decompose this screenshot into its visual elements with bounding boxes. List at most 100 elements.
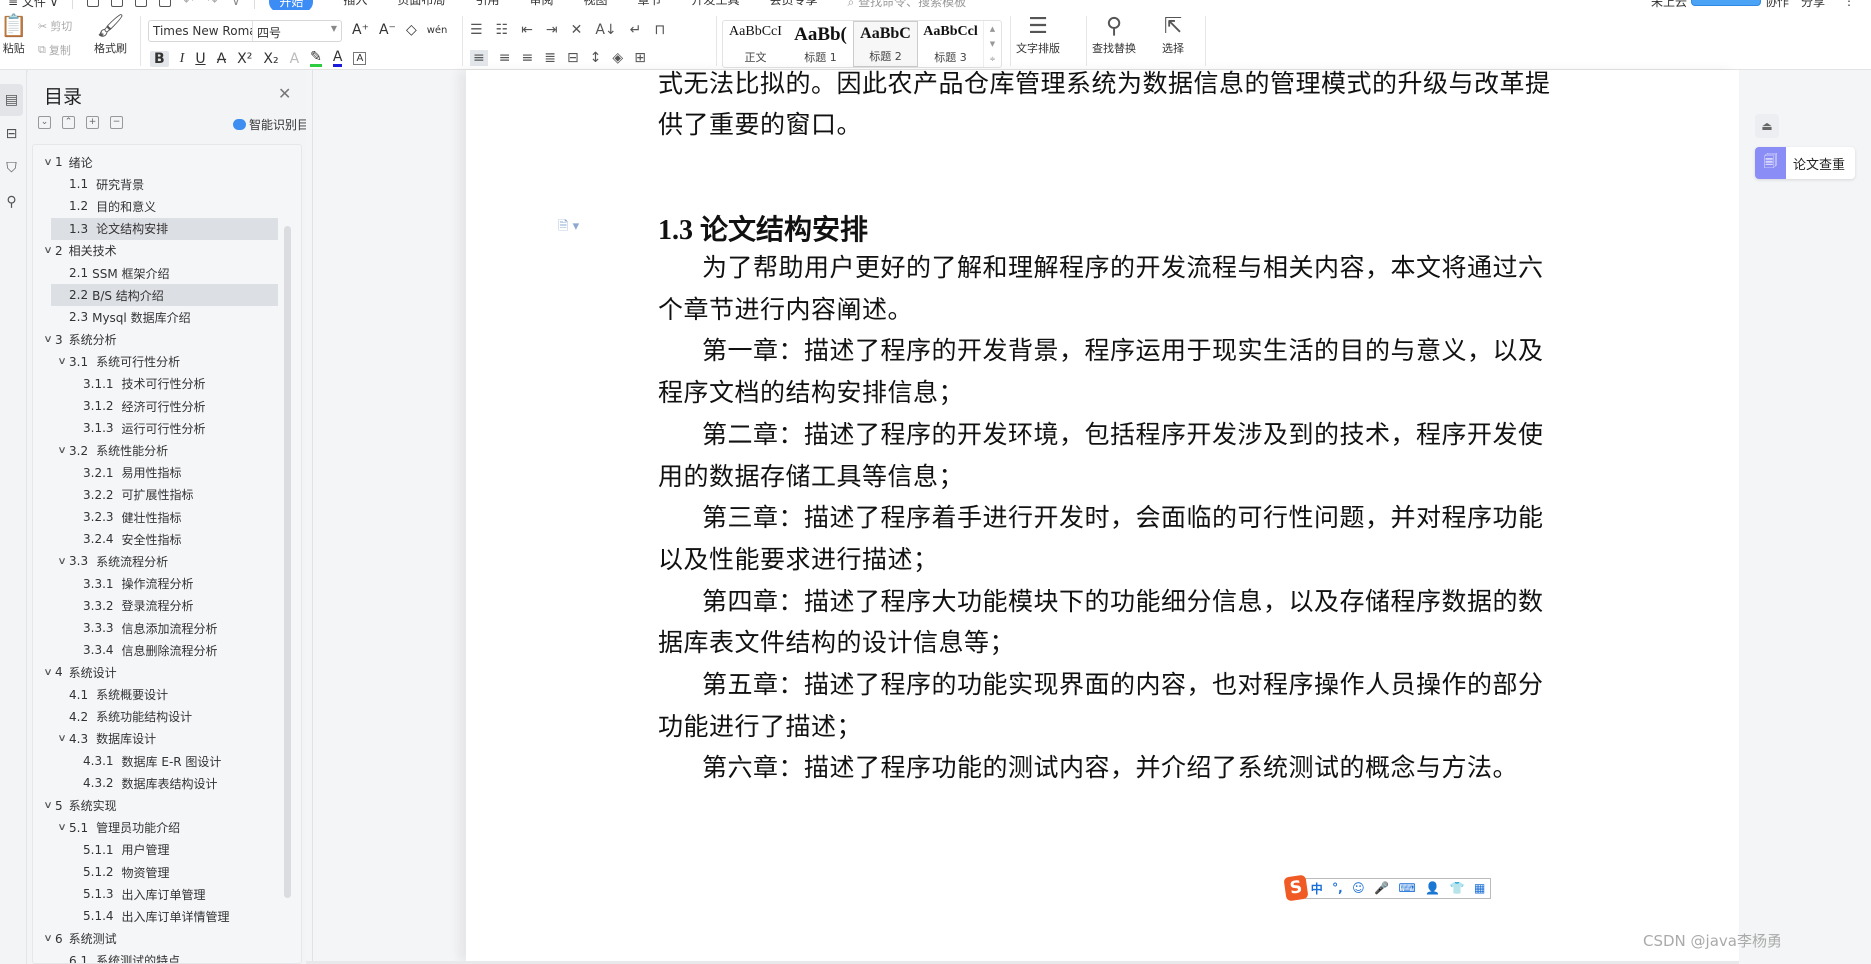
chevron-down-icon[interactable]: ∨ [53, 356, 71, 367]
increase-indent-icon[interactable]: ⇥ [546, 22, 558, 38]
demote-level-icon[interactable]: − [110, 116, 123, 129]
toc-item[interactable]: 2.1 SSM 框架介绍 [33, 262, 283, 284]
toc-item[interactable]: 1.2 目的和意义 [33, 195, 283, 217]
chevron-down-icon[interactable]: ∨ [39, 157, 57, 168]
toc-item[interactable]: ∨ 5 系统实现 [33, 794, 283, 816]
toc-item[interactable]: 4.3.2 数据库表结构设计 [33, 772, 283, 794]
toc-item[interactable]: ∨ 2 相关技术 [33, 240, 283, 262]
decrease-indent-icon[interactable]: ⇤ [521, 22, 533, 38]
chapter-nav-icon[interactable]: ⊟ [0, 118, 23, 150]
distributed-icon[interactable]: ⊟ [567, 50, 579, 66]
subscript-button[interactable]: X₂ [263, 51, 278, 67]
align-right-icon[interactable]: ≡ [521, 50, 533, 66]
justify-icon[interactable]: ≣ [544, 50, 556, 66]
toc-scrollbar[interactable] [284, 226, 291, 898]
italic-button[interactable]: I [180, 51, 185, 67]
scroll-up-icon[interactable]: ▲ [990, 25, 995, 33]
bold-button[interactable]: B [150, 50, 169, 67]
find-replace-button[interactable]: ⚲ 查找替换 [1092, 14, 1136, 56]
tab-5[interactable]: 视图 [583, 0, 607, 10]
search-icon[interactable]: ⚲ [0, 186, 23, 218]
sort-icon[interactable]: A↓ [595, 22, 616, 38]
toc-panel-icon[interactable]: ▤ [0, 84, 23, 116]
chevron-down-icon[interactable]: ∨ [53, 445, 71, 456]
bookmark-icon[interactable]: ⛉ [0, 152, 23, 184]
microphone-icon[interactable]: 🎤 [1374, 881, 1389, 895]
toc-item[interactable]: 5.1.3 出入库订单管理 [33, 883, 283, 905]
plagiarism-check-button[interactable]: 🗐 论文查重 [1755, 147, 1855, 179]
toc-item[interactable]: 3.2.3 健壮性指标 [33, 506, 283, 528]
toc-item[interactable]: 5.1.2 物资管理 [33, 861, 283, 883]
redo-icon[interactable]: ↷ [208, 0, 218, 8]
toc-item[interactable]: ∨ 3.2 系统性能分析 [33, 439, 283, 461]
toc-item[interactable]: 6.1 系统测试的特点 [33, 950, 283, 963]
toc-item[interactable]: ∨ 6 系统测试 [33, 928, 283, 950]
toc-item[interactable]: 3.2.4 安全性指标 [33, 528, 283, 550]
toc-item[interactable]: 5.1.4 出入库订单详情管理 [33, 905, 283, 927]
toolbox-icon[interactable]: ▦ [1474, 881, 1485, 895]
save-icon[interactable] [87, 0, 100, 7]
toc-item[interactable]: 4.2 系统功能结构设计 [33, 706, 283, 728]
command-search[interactable]: ⌕ 查找命令、搜索模板 [848, 0, 967, 10]
toc-item[interactable]: ∨ 4.3 数据库设计 [33, 728, 283, 750]
close-icon[interactable]: ✕ [278, 84, 291, 103]
font-name-select[interactable]: Times New Roma▼ [149, 21, 253, 41]
clear-format-icon[interactable]: ◇ [406, 22, 417, 38]
superscript-button[interactable]: X² [237, 51, 252, 67]
style-h2[interactable]: AaBbC 标题 2 [853, 21, 918, 67]
numbered-list-icon[interactable]: ☷ [496, 22, 509, 38]
text-effect-button[interactable]: A [290, 51, 300, 67]
chevron-down-icon[interactable]: ∨ [39, 800, 57, 811]
more-icon[interactable]: ⋮ [1843, 0, 1855, 8]
toc-item[interactable]: 3.3.3 信息添加流程分析 [33, 617, 283, 639]
style-gallery-scroll[interactable]: ▲ ▼ ≑ [983, 21, 1001, 67]
toc-item[interactable]: 3.1.3 运行可行性分析 [33, 417, 283, 439]
document-page[interactable]: 式无法比拟的。因此农产品仓库管理系统为数据信息的管理模式的升级与改革提 供了重要… [466, 70, 1739, 961]
collapse-all-icon[interactable]: ⌃ [62, 116, 75, 129]
emoji-icon[interactable]: ☺ [1352, 881, 1365, 895]
underline-button[interactable]: U [195, 51, 205, 67]
cloud-status[interactable]: 未上云 [1651, 0, 1687, 10]
shrink-font-icon[interactable]: A⁻ [379, 22, 396, 38]
font-size-select[interactable]: 四号 ▼ [253, 21, 341, 41]
chevron-down-icon[interactable]: ∨ [39, 667, 57, 678]
expand-all-icon[interactable]: ⌄ [38, 116, 51, 129]
toc-item[interactable]: 1.3 论文结构安排 [51, 217, 278, 240]
table-ruler-icon[interactable]: ⊓ [654, 22, 665, 38]
sogou-logo-icon[interactable]: S [1283, 874, 1309, 902]
format-painter-button[interactable]: 🖌 格式刷 [94, 14, 127, 56]
text-layout-button[interactable]: ☰ 文字排版 [1016, 14, 1060, 56]
show-marks-icon[interactable]: ↵ [630, 22, 642, 38]
font-color-button[interactable]: A [332, 50, 343, 67]
toc-item[interactable]: ∨ 3.3 系统流程分析 [33, 550, 283, 572]
align-left-icon[interactable]: ≡ [470, 50, 488, 66]
undo-icon[interactable]: ↶ [183, 0, 193, 8]
cut-button[interactable]: ✂ 剪切 [38, 18, 72, 34]
strikethrough-button[interactable]: A̶ [217, 51, 227, 67]
toc-item[interactable]: 3.3.1 操作流程分析 [33, 573, 283, 595]
tab-2[interactable]: 页面布局 [397, 0, 445, 10]
line-spacing-icon[interactable]: ↕ [590, 50, 602, 66]
copy-button[interactable]: ⧉ 复制 [38, 42, 71, 58]
export-pdf-icon[interactable] [111, 0, 124, 7]
punctuation-icon[interactable]: °, [1332, 881, 1343, 895]
toc-item[interactable]: 4.3.1 数据库 E-R 图设计 [33, 750, 283, 772]
select-button[interactable]: ⇱ 选择 [1162, 14, 1184, 56]
toc-item[interactable]: ∨ 1 绪论 [33, 151, 283, 173]
style-normal[interactable]: AaBbCcI 正文 [723, 21, 788, 67]
toc-item[interactable]: ∨ 5.1 管理员功能介绍 [33, 817, 283, 839]
tab-1[interactable]: 插入 [343, 0, 367, 10]
paragraph-menu-icon[interactable]: 🗎 ▾ [558, 217, 579, 239]
print-icon[interactable] [135, 0, 148, 7]
collapse-rail-icon[interactable]: ⏏ [1755, 114, 1779, 138]
expand-gallery-icon[interactable]: ≑ [990, 55, 996, 63]
collaborate-button[interactable]: 协作 [1765, 0, 1789, 10]
toc-item[interactable]: 3.2.2 可扩展性指标 [33, 484, 283, 506]
print-preview-icon[interactable] [159, 0, 172, 7]
promote-level-icon[interactable]: + [86, 116, 99, 129]
tab-4[interactable]: 审阅 [529, 0, 553, 10]
tab-0[interactable]: 开始 [269, 0, 314, 10]
chevron-down-icon[interactable]: ∨ [39, 245, 57, 256]
tab-8[interactable]: 会员专享 [770, 0, 818, 10]
grow-font-icon[interactable]: A⁺ [352, 22, 369, 38]
